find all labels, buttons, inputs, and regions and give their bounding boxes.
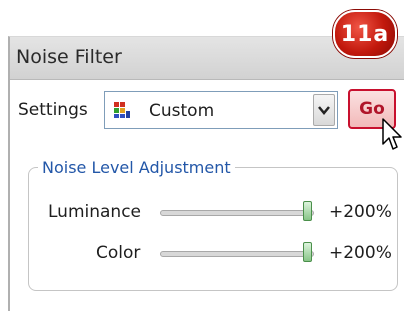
noise-level-group	[28, 167, 398, 291]
luminance-slider-thumb[interactable]	[303, 201, 312, 221]
color-slider[interactable]	[160, 251, 314, 257]
custom-preset-icon	[114, 102, 130, 118]
chevron-down-icon[interactable]	[313, 94, 335, 126]
mouse-pointer-icon	[382, 118, 402, 150]
panel-title: Noise Filter	[16, 46, 122, 68]
luminance-label: Luminance	[48, 202, 142, 222]
noise-level-group-legend: Noise Level Adjustment	[38, 158, 235, 177]
step-badge: 11a	[333, 10, 397, 58]
settings-selected-value: Custom	[149, 101, 215, 121]
color-label: Color	[96, 243, 141, 263]
settings-dropdown[interactable]: Custom	[104, 91, 338, 129]
color-slider-thumb[interactable]	[303, 242, 312, 262]
luminance-slider[interactable]	[160, 210, 314, 216]
settings-label: Settings	[18, 100, 88, 120]
color-value: +200%	[329, 243, 392, 263]
luminance-value: +200%	[329, 202, 392, 222]
